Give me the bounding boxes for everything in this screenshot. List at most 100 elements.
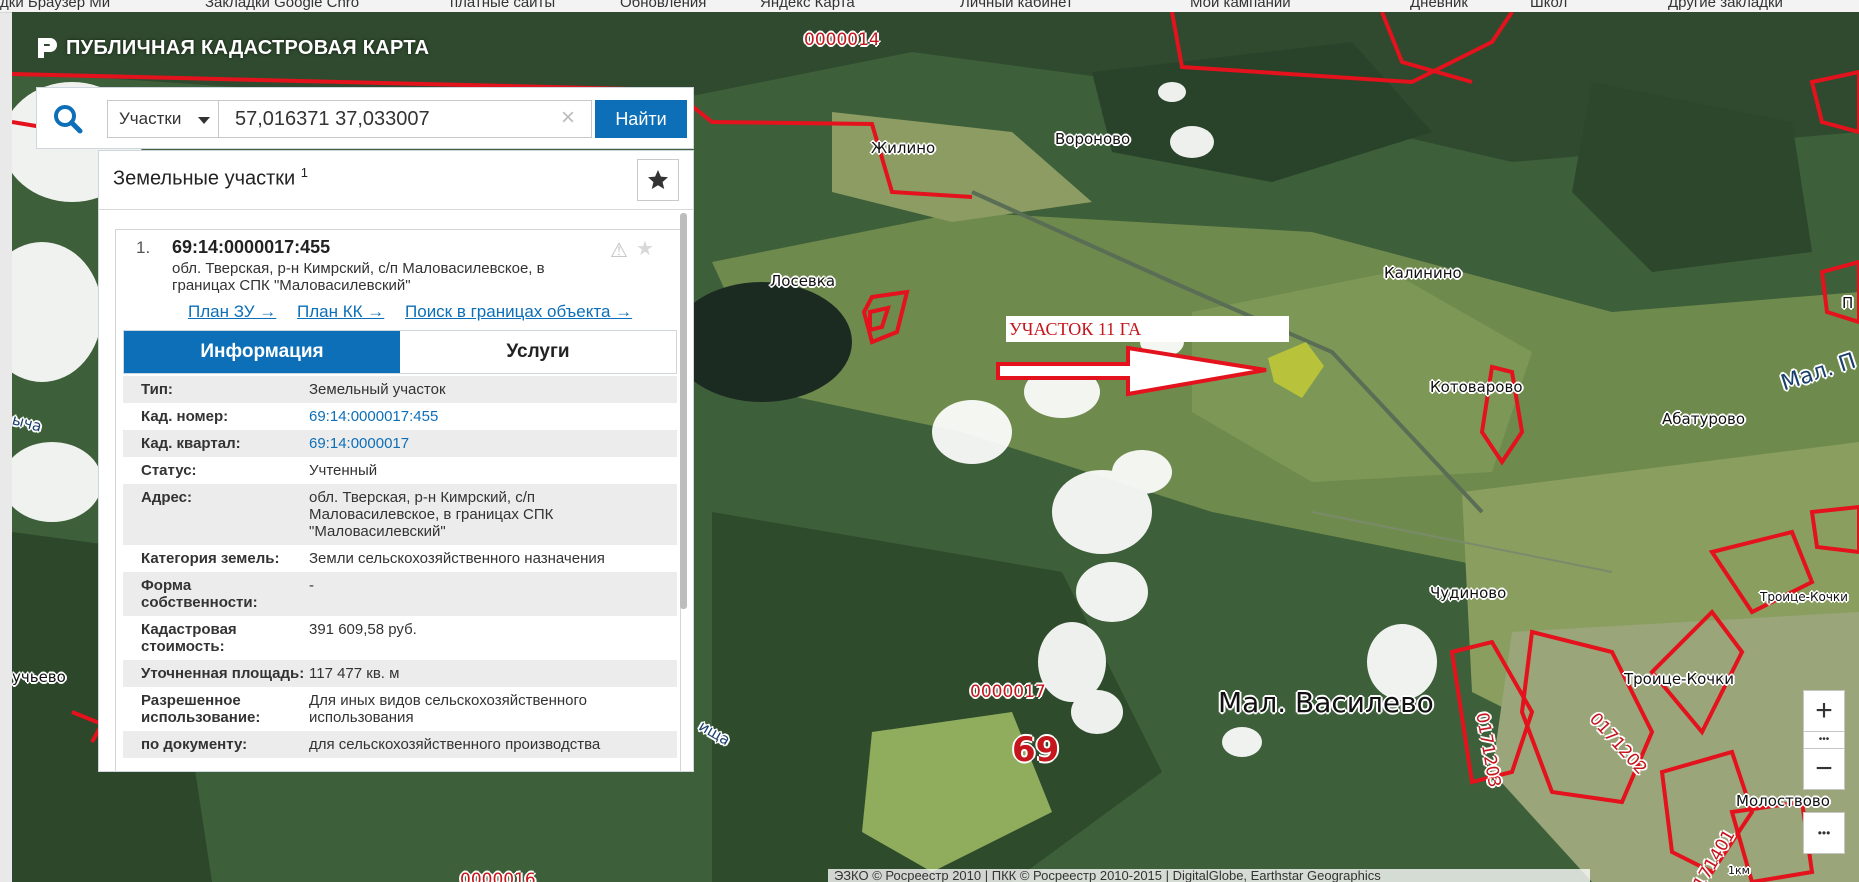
search-type-label: Участки [119,109,182,128]
attribute-value: Учтенный [309,462,378,479]
star-outline-icon[interactable]: ★ [636,236,654,261]
attribute-row: Категория земель: Земли сельскохозяйствен… [123,545,677,572]
region-number: 69 [1012,730,1060,770]
page-title: ПУБЛИЧНАЯ КАДАСТРОВАЯ КАРТА [66,36,430,59]
attribute-value: Земельный участок [309,381,446,398]
attribute-value: - [309,577,314,594]
attribute-row: Кад. квартал: 69:14:0000017 [123,430,677,457]
attribute-value: Для иных видов сельскохозяйственного исп… [309,692,587,726]
place-label: Абатурово [1662,410,1746,428]
star-icon [648,170,668,189]
result-number: 1. [136,238,151,257]
place-label: Вороново [1055,130,1131,148]
results-count: 1 [300,165,309,180]
place-label: Калинино [1384,264,1462,282]
place-label: Котоварово [1430,378,1523,396]
place-label: Троице-Кочки [1760,590,1848,604]
favorite-button[interactable] [637,159,679,201]
zoom-out-button[interactable]: − [1803,748,1845,790]
warning-icon[interactable]: ⚠ [610,238,628,263]
bookmark-item[interactable]: платные сайты [450,0,555,11]
attribute-value: 391 609,58 руб. [309,621,417,638]
attribute-key: Категория земель: [141,550,280,567]
attribute-row: Адрес: обл. Тверская, р-н Кимрский, с/п М… [123,484,677,545]
bookmark-item[interactable]: Личный кабинет [960,0,1073,11]
results-header: Земельные участки 1 [99,151,693,210]
cad-quarter-link[interactable]: 69:14:0000017 [309,435,677,452]
bookmark-item[interactable]: Дневник [1410,0,1468,11]
result-cad-number[interactable]: 69:14:0000017:455 [172,237,330,258]
bookmark-item[interactable]: Школ [1530,0,1567,11]
attribute-key: Уточненная площадь: [141,665,305,682]
attribute-row: Уточненная площадь: 117 477 кв. м [123,660,677,687]
attribute-row: Кадастровая стоимость: 391 609,58 руб. [123,616,677,660]
bookmark-item[interactable]: дки Браузер Ми [0,0,110,11]
attribute-key: Кад. номер: [141,408,229,425]
result-links: План ЗУ → План КК → Поиск в границах объ… [188,302,648,322]
attribute-value: обл. Тверская, р-н Кимрский, с/п Маловас… [309,489,554,540]
clear-icon[interactable]: × [561,104,575,132]
zoom-in-button[interactable]: + [1803,690,1845,732]
annotation-label: УЧАСТОК 11 ГА [1006,316,1289,342]
attribute-value: для сельскохозяйственного производства [309,736,601,753]
cad-number-link[interactable]: 69:14:0000017:455 [309,408,677,425]
bookmark-item[interactable]: Обновления [620,0,706,11]
place-label: П [1842,294,1854,312]
attribute-key: Статус: [141,462,197,479]
tab-services[interactable]: Услуги [400,331,676,373]
search-icon[interactable] [51,102,85,136]
zoom-more-button[interactable]: ••• [1803,732,1845,748]
attribute-row: Статус: Учтенный [123,457,677,484]
place-label: Лосевка [770,272,836,290]
bookmark-item[interactable]: Закладки Google Chro [205,0,359,11]
find-button[interactable]: Найти [595,100,687,138]
attribute-key: Кад. квартал: [141,435,241,452]
attribute-key: по документу: [141,736,248,753]
quarter-label: 0000016 [460,870,536,882]
results-title: Земельные участки 1 [113,165,308,191]
place-label: Троице-Кочки [1624,670,1734,688]
bookmark-item[interactable]: Яндекс Карта [760,0,855,11]
attributes-table: Тип: Земельный участок Кад. номер: 69:14:0… [123,376,677,758]
portal-logo[interactable]: ПУБЛИЧНАЯ КАДАСТРОВАЯ КАРТА [36,36,429,60]
copyright-bar: ЭЗКО © Росреестр 2010 | ПКК © Росреестр … [828,869,1590,882]
attribute-row: Форма собственности: - [123,572,677,616]
place-label: Молоствово [1736,792,1830,810]
result-address: обл. Тверская, р-н Кимрский, с/п Маловас… [172,260,545,294]
place-label: Чудиново [1430,584,1507,602]
plan-kk-link[interactable]: План КК → [297,302,384,321]
logo-icon [38,38,57,58]
panel-scrollbar[interactable] [680,213,687,609]
search-in-bounds-link[interactable]: Поиск в границах объекта → [405,302,632,321]
attribute-row: Разрешенное использование: Для иных видов… [123,687,677,731]
attribute-key: Тип: [141,381,173,398]
attribute-row: Тип: Земельный участок [123,376,677,403]
bookmark-item[interactable]: Мои кампании [1190,0,1291,11]
results-title-text: Земельные участки [113,167,296,190]
chevron-down-icon [198,117,210,124]
plan-zu-link[interactable]: План ЗУ → [188,302,276,321]
place-label: Жилино [871,139,936,157]
scale-label: 1км [1728,864,1750,877]
search-box: Участки × Найти [36,87,694,149]
attribute-key: Разрешенное использование: [141,692,261,726]
attribute-key: Кадастровая стоимость: [141,621,237,655]
attribute-key: Адрес: [141,489,192,506]
results-panel: Земельные участки 1 1. 69:14:0000017:455… [98,150,694,772]
place-label: учьево [12,668,66,686]
search-type-select[interactable]: Участки [107,100,219,138]
quarter-label: 0000017 [970,682,1046,702]
attribute-row: по документу: для сельскохозяйственного п… [123,731,677,758]
result-item[interactable]: 1. 69:14:0000017:455 обл. Тверская, р-н … [115,229,681,771]
attribute-value: Земли сельскохозяйственного назначения [309,550,605,567]
attribute-row: Кад. номер: 69:14:0000017:455 [123,403,677,430]
place-label-large: Мал. Василево [1218,686,1434,719]
more-tools-button[interactable]: ••• [1803,812,1845,854]
attribute-value: 117 477 кв. м [309,665,400,682]
search-input[interactable] [218,100,592,138]
bookmark-item[interactable]: Другие закладки [1668,0,1783,11]
quarter-label: 0000014 [804,30,880,50]
attribute-key: Форма собственности: [141,577,258,611]
info-tabs: Информация Услуги [123,330,677,374]
tab-information[interactable]: Информация [124,331,400,373]
